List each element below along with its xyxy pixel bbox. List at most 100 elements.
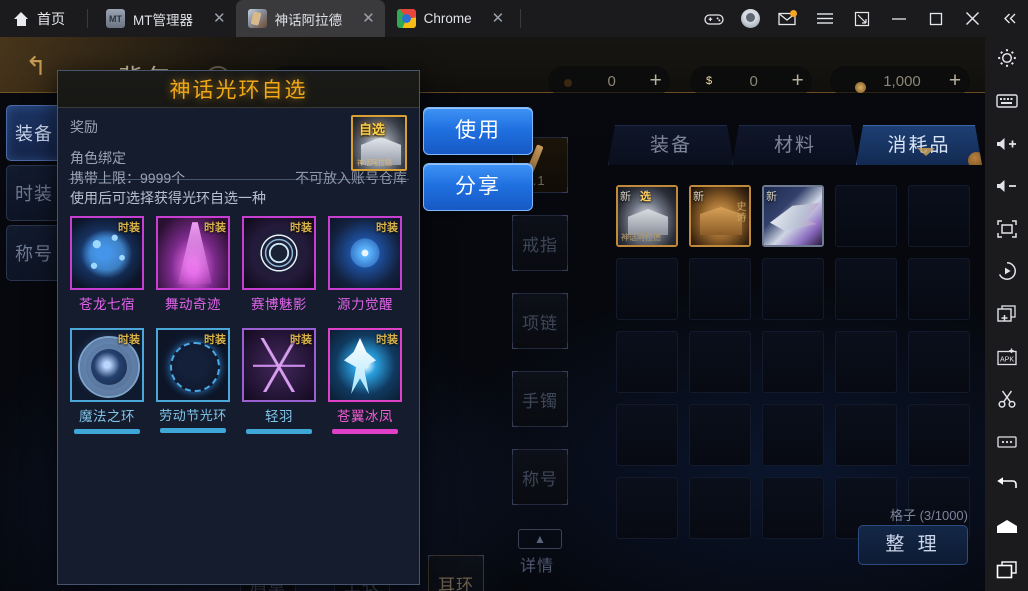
- inventory-cell-empty[interactable]: [689, 477, 751, 539]
- gear-icon[interactable]: [985, 37, 1028, 80]
- inventory-cell-empty[interactable]: [762, 331, 824, 393]
- add-coins-button[interactable]: +: [940, 70, 970, 91]
- sidebar-item-equipment[interactable]: 装备: [6, 105, 62, 161]
- tab-equipment[interactable]: 装备: [608, 125, 734, 165]
- equipment-slot-earring[interactable]: 耳环: [428, 555, 484, 591]
- tab-material[interactable]: 材料: [732, 125, 858, 165]
- inventory-cell-empty[interactable]: [908, 331, 970, 393]
- new-badge: 新: [693, 191, 704, 203]
- tab-mt-manager[interactable]: MT管理器 ✕: [94, 0, 236, 37]
- inventory-item[interactable]: 新 选 神话阿拉德: [616, 185, 678, 247]
- aura-option[interactable]: 时装 源力觉醒: [328, 216, 402, 313]
- maximize-icon[interactable]: [917, 0, 954, 37]
- inventory-cell-empty[interactable]: [835, 258, 897, 320]
- menu-icon[interactable]: [806, 0, 843, 37]
- tab-consumable[interactable]: 消耗品: [856, 125, 982, 165]
- mail-icon[interactable]: [769, 0, 806, 37]
- add-window-icon[interactable]: [985, 293, 1028, 336]
- aura-option[interactable]: 时装 轻羽: [242, 328, 316, 434]
- inventory-cell-empty[interactable]: [835, 185, 897, 247]
- titlebar-divider: [87, 9, 88, 28]
- aura-option[interactable]: 时装 魔法之环: [70, 328, 144, 434]
- no-storage-label: 不可放入账号仓库: [295, 170, 407, 186]
- recents-icon[interactable]: [985, 548, 1028, 591]
- aura-name: 轻羽: [265, 409, 293, 424]
- chrome-icon: [396, 9, 416, 28]
- aura-option[interactable]: 时装 苍龙七宿: [70, 216, 144, 313]
- keyboard-icon[interactable]: [985, 80, 1028, 123]
- inventory-cell-empty[interactable]: [835, 331, 897, 393]
- equipment-slot-bracelet[interactable]: 手镯: [512, 371, 568, 427]
- item-detail-dialog: 神话光环自选 奖励 角色绑定 携带上限：9999个 不可放入账号仓库 自选 神话…: [57, 70, 420, 585]
- home-tab[interactable]: 首页: [0, 0, 81, 37]
- aura-option[interactable]: 时装 舞动奇迹: [156, 216, 230, 313]
- fullscreen-icon[interactable]: [985, 207, 1028, 250]
- add-bag-button[interactable]: +: [641, 70, 670, 91]
- home-icon[interactable]: [985, 506, 1028, 549]
- inventory-cell-empty[interactable]: [616, 331, 678, 393]
- sidebar-item-label: 装备: [15, 124, 53, 144]
- sidebar-item-title[interactable]: 称号: [6, 225, 62, 281]
- tab-chrome[interactable]: Chrome ✕: [385, 0, 515, 37]
- add-coin-button[interactable]: +: [783, 70, 812, 91]
- volume-down-icon[interactable]: [985, 165, 1028, 208]
- resize-icon[interactable]: [843, 0, 880, 37]
- inventory-cell-empty[interactable]: [835, 404, 897, 466]
- collapse-icon[interactable]: [991, 0, 1028, 37]
- inventory-cell-empty[interactable]: [689, 258, 751, 320]
- inventory-cell-empty[interactable]: [616, 258, 678, 320]
- mt-manager-icon: [106, 9, 125, 28]
- inventory-item[interactable]: 新: [762, 185, 824, 247]
- aura-option[interactable]: 时装 苍翼冰凤: [328, 328, 402, 434]
- equipment-slot-ring[interactable]: 戒指: [512, 215, 568, 271]
- share-button[interactable]: 分享: [423, 163, 533, 211]
- currency-coins[interactable]: 1,000 +: [830, 66, 970, 96]
- inventory-cell-empty[interactable]: [908, 185, 970, 247]
- item-sublabel: 神话阿拉德: [621, 233, 661, 242]
- inventory-cell-empty[interactable]: [908, 258, 970, 320]
- avatar-icon[interactable]: [732, 0, 769, 37]
- record-icon[interactable]: [985, 250, 1028, 293]
- back-icon[interactable]: [985, 463, 1028, 506]
- equipment-slot-necklace[interactable]: 项链: [512, 293, 568, 349]
- aura-option[interactable]: 时装 劳动节光环: [156, 328, 230, 433]
- more-icon[interactable]: [985, 420, 1028, 463]
- minimize-icon[interactable]: [880, 0, 917, 37]
- scissors-icon[interactable]: [985, 378, 1028, 421]
- fashion-badge: 时装: [118, 334, 140, 346]
- game-viewport[interactable]: ↰ 背包 ? 5 + 0 + 0 + 1,000 + 装备 时装 称号: [0, 37, 985, 591]
- tab-game-active[interactable]: 神话阿拉德 ✕: [235, 0, 385, 37]
- dialog-header: 神话光环自选: [58, 71, 419, 108]
- tidy-button[interactable]: 整 理: [858, 525, 968, 565]
- tab-close-icon[interactable]: ✕: [201, 11, 226, 26]
- inventory-cell-empty[interactable]: [689, 331, 751, 393]
- gamepad-icon[interactable]: [695, 0, 732, 37]
- aura-progress-bar: [160, 428, 226, 433]
- tab-label: MT管理器: [133, 12, 193, 28]
- currency-coin[interactable]: 0 +: [690, 66, 812, 96]
- inventory-cell-empty[interactable]: [762, 404, 824, 466]
- aura-option[interactable]: 时装 赛博魅影: [242, 216, 316, 313]
- inventory-cell-empty[interactable]: [616, 404, 678, 466]
- slot-label: 戒指: [522, 235, 558, 255]
- currency-bag[interactable]: 0 +: [548, 66, 670, 96]
- sidebar-item-fashion[interactable]: 时装: [6, 165, 62, 221]
- inventory-cell-empty[interactable]: [762, 258, 824, 320]
- inventory-cell-empty[interactable]: [616, 477, 678, 539]
- aura-progress-bar: [246, 429, 312, 434]
- inventory-item[interactable]: 新 史诗: [689, 185, 751, 247]
- close-icon[interactable]: [954, 0, 991, 37]
- inventory-cell-empty[interactable]: [762, 477, 824, 539]
- equipment-slot-title[interactable]: 称号: [512, 449, 568, 505]
- reward-item-icon[interactable]: 自选 神话阿拉德: [351, 115, 407, 171]
- inventory-cell-empty[interactable]: [908, 404, 970, 466]
- use-button[interactable]: 使用: [423, 107, 533, 155]
- back-arrow-icon[interactable]: ↰: [14, 51, 58, 81]
- inventory-cell-empty[interactable]: [689, 404, 751, 466]
- tab-close-icon[interactable]: ✕: [350, 11, 375, 26]
- apk-install-icon[interactable]: APK: [985, 335, 1028, 378]
- tab-close-icon[interactable]: ✕: [480, 11, 505, 26]
- detail-toggle-button[interactable]: ▲: [518, 529, 562, 549]
- volume-up-icon[interactable]: [985, 122, 1028, 165]
- slot-count-label: 格子 (3/1000): [889, 508, 968, 523]
